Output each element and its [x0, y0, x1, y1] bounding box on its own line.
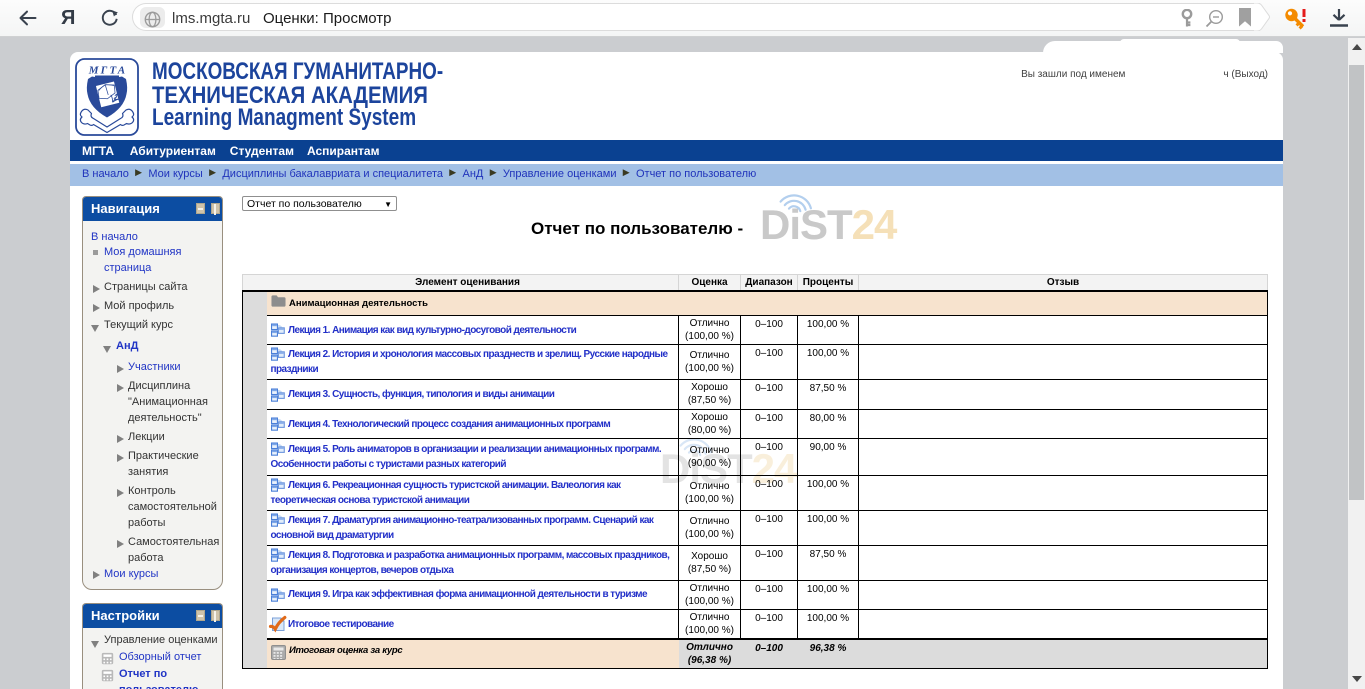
- svg-text:МГТА: МГТА: [88, 65, 128, 77]
